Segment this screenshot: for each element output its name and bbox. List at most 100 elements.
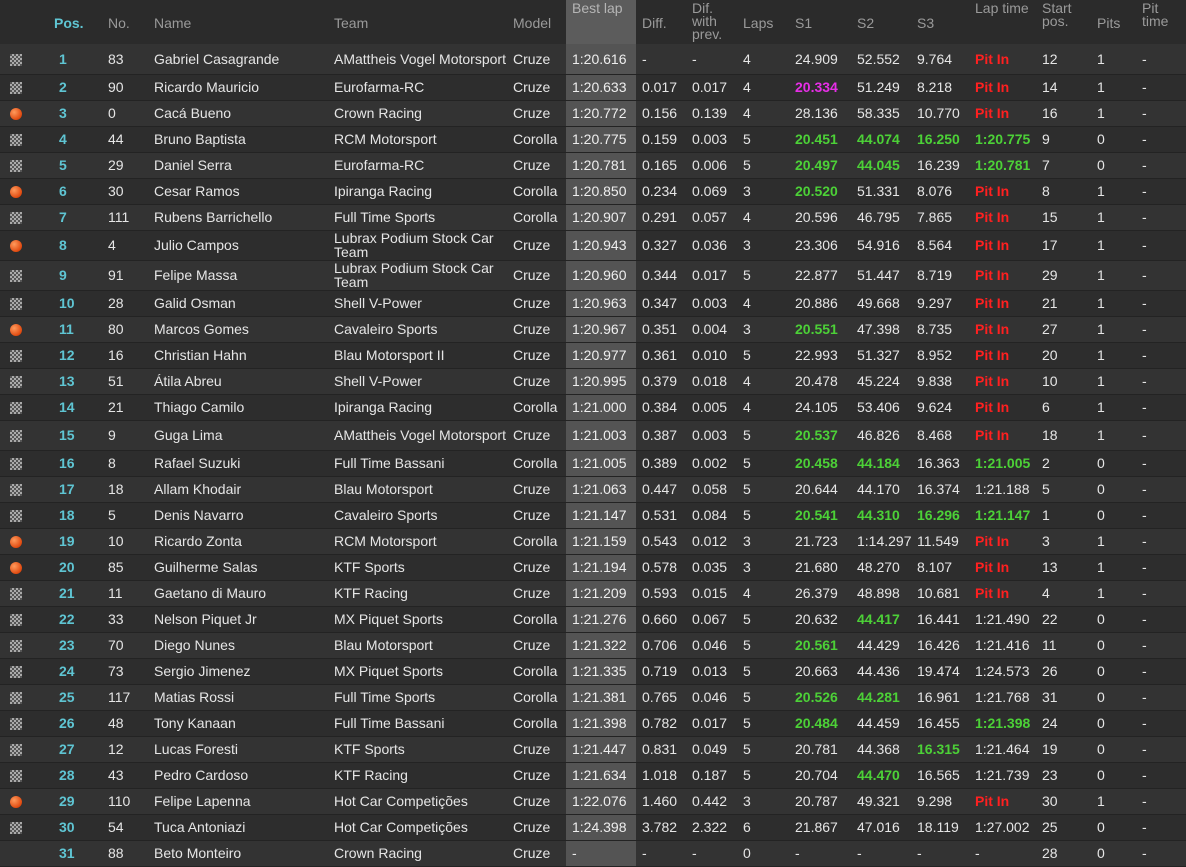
start-pos-cell: 8 [1036,178,1091,205]
table-row[interactable]: 10 28 Galid Osman Shell V-Power Cruze 1:20.96… [0,290,1186,317]
s3-cell: 16.239 [911,152,969,179]
diff-prev-cell: 0.006 [686,152,737,179]
lap-time-cell: 1:21.464 [969,736,1036,763]
table-row[interactable]: 2 90 Ricardo Mauricio Eurofarma-RC Cruze 1:20… [0,74,1186,101]
pos-cell: 20 [48,554,102,581]
s1-cell: 20.644 [789,476,851,503]
diff-column-header[interactable]: Diff. [636,0,686,44]
name-cell: Denis Navarro [148,502,328,529]
table-row[interactable]: 26 48 Tony Kanaan Full Time Bassani Corolla 1… [0,710,1186,737]
best-lap-column-header[interactable]: Best lap [566,0,636,44]
best-lap-cell: 1:20.850 [566,178,636,205]
number-cell: 91 [102,260,148,291]
name-cell: Christian Hahn [148,342,328,369]
start-pos-cell: 19 [1036,736,1091,763]
table-row[interactable]: 5 29 Daniel Serra Eurofarma-RC Cruze 1:20.781… [0,152,1186,179]
s3-column-header[interactable]: S3 [911,0,969,44]
table-row[interactable]: 18 5 Denis Navarro Cavaleiro Sports Cruze 1:2… [0,502,1186,529]
table-row[interactable]: 19 10 Ricardo Zonta RCM Motorsport Corolla 1:… [0,528,1186,555]
pits-cell: 1 [1091,342,1136,369]
laps-cell: 5 [737,342,789,369]
table-row[interactable]: 20 85 Guilherme Salas KTF Sports Cruze 1:21.1… [0,554,1186,581]
team-cell: Shell V-Power [328,290,507,317]
table-row[interactable]: 25 117 Matias Rossi Full Time Sports Corolla… [0,684,1186,711]
table-row[interactable]: 12 16 Christian Hahn Blau Motorsport II Cruz… [0,342,1186,369]
lap-time-column-header[interactable]: Lap time [969,0,1036,44]
pos-column-header[interactable]: Pos. [48,0,102,44]
s3-cell: 16.455 [911,710,969,737]
pits-cell: 0 [1091,606,1136,633]
pits-column-header[interactable]: Pits [1091,0,1136,44]
diff-cell: - [636,840,686,867]
table-row[interactable]: 22 33 Nelson Piquet Jr MX Piquet Sports Coro… [0,606,1186,633]
s2-cell: 48.270 [851,554,911,581]
table-row[interactable]: 16 8 Rafael Suzuki Full Time Bassani Corolla… [0,450,1186,477]
s3-cell: 8.107 [911,554,969,581]
diff-prev-cell: 0.012 [686,528,737,555]
s1-column-header[interactable]: S1 [789,0,851,44]
table-row[interactable]: 9 91 Felipe Massa Lubrax Podium Stock Car T… [0,260,1186,291]
laps-column-header[interactable]: Laps [737,0,789,44]
table-row[interactable]: 30 54 Tuca Antoniazi Hot Car Competições Cru… [0,814,1186,841]
start-pos-column-header[interactable]: Start pos. [1036,0,1091,44]
table-row[interactable]: 6 30 Cesar Ramos Ipiranga Racing Corolla 1:20… [0,178,1186,205]
table-row[interactable]: 31 88 Beto Monteiro Crown Racing Cruze - - -0- -… [0,840,1186,867]
model-column-header[interactable]: Model [507,0,566,44]
diff-cell: 0.017 [636,74,686,101]
number-cell: 28 [102,290,148,317]
team-column-header[interactable]: Team [328,0,507,44]
number-cell: 85 [102,554,148,581]
diff-prev-column-header[interactable]: Dif. with prev. [686,0,737,44]
table-row[interactable]: 29 110 Felipe Lapenna Hot Car Competições Cr… [0,788,1186,815]
s2-cell: 1:14.297 [851,528,912,555]
name-cell: Matias Rossi [148,684,328,711]
s2-column-header[interactable]: S2 [851,0,911,44]
status-icon-cell [0,74,48,101]
s1-cell: 24.105 [789,394,851,421]
table-row[interactable]: 14 21 Thiago Camilo Ipiranga Racing Corolla 1… [0,394,1186,421]
no-column-header[interactable]: No. [102,0,148,44]
table-row[interactable]: 28 43 Pedro Cardoso KTF Racing Cruze 1:21.634… [0,762,1186,789]
pit-time-column-header[interactable]: Pit time [1136,0,1186,44]
best-lap-cell: 1:20.960 [566,260,636,291]
pit-time-cell: - [1136,290,1186,317]
diff-cell: 0.347 [636,290,686,317]
lap-time-cell: - [969,840,1036,867]
table-row[interactable]: 13 51 Átila Abreu Shell V-Power Cruze 1:20.99… [0,368,1186,395]
s1-cell: 21.680 [789,554,851,581]
start-pos-cell: 26 [1036,658,1091,685]
table-row[interactable]: 11 80 Marcos Gomes Cavaleiro Sports Cruze 1:2… [0,316,1186,343]
orange-ball-icon [10,324,22,337]
team-cell: KTF Sports [328,736,507,763]
table-row[interactable]: 27 12 Lucas Foresti KTF Sports Cruze 1:21.447… [0,736,1186,763]
table-row[interactable]: 24 73 Sergio Jimenez MX Piquet Sports Coroll… [0,658,1186,685]
diff-cell: 0.706 [636,632,686,659]
start-pos-cell: 22 [1036,606,1091,633]
best-lap-cell: 1:20.907 [566,204,636,231]
s3-cell: 8.952 [911,342,969,369]
s2-cell: 44.170 [851,476,911,503]
s2-cell: 44.459 [851,710,911,737]
table-row[interactable]: 3 0 Cacá Bueno Crown Racing Cruze 1:20.772 0.1… [0,100,1186,127]
table-row[interactable]: 7 111 Rubens Barrichello Full Time Sports Co… [0,204,1186,231]
s1-cell: 20.526 [789,684,851,711]
pit-time-cell: - [1136,450,1186,477]
laps-cell: 5 [737,736,789,763]
name-column-header[interactable]: Name [148,0,328,44]
start-pos-cell: 30 [1036,788,1091,815]
table-row[interactable]: 4 44 Bruno Baptista RCM Motorsport Corolla 1:… [0,126,1186,153]
team-cell: Lubrax Podium Stock Car Team [328,260,507,291]
table-row[interactable]: 15 9 Guga Lima AMattheis Vogel Motorsport Cr… [0,420,1186,451]
start-pos-cell: 17 [1036,230,1091,261]
diff-prev-cell: 0.046 [686,684,737,711]
table-row[interactable]: 21 11 Gaetano di Mauro KTF Racing Cruze 1:21.… [0,580,1186,607]
table-row[interactable]: 8 4 Julio Campos Lubrax Podium Stock Car Te… [0,230,1186,261]
table-row[interactable]: 23 70 Diego Nunes Blau Motorsport Cruze 1:21.… [0,632,1186,659]
model-cell: Corolla [507,710,566,737]
number-cell: 48 [102,710,148,737]
model-cell: Cruze [507,736,566,763]
start-pos-cell: 4 [1036,580,1091,607]
table-row[interactable]: 17 18 Allam Khodair Blau Motorsport Cruze 1:2… [0,476,1186,503]
table-row[interactable]: 1 83 Gabriel Casagrande AMattheis Vogel Mot… [0,44,1186,75]
s1-cell: 24.909 [789,44,851,75]
